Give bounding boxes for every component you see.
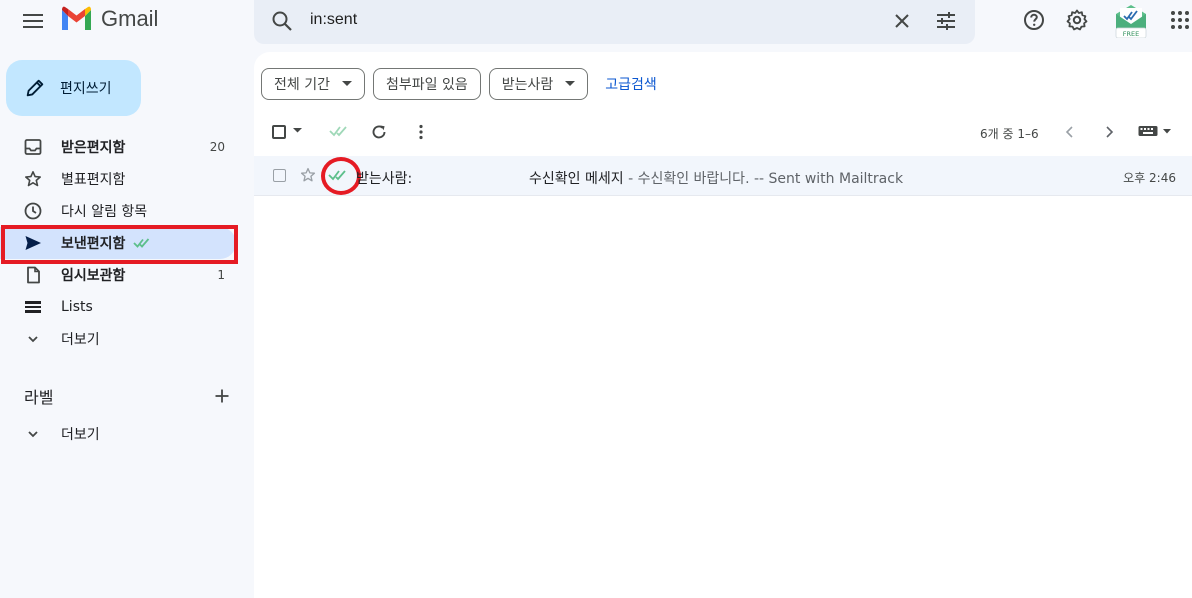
sidebar-item-label: 별표편지함 [61, 172, 126, 188]
sidebar-item-inbox[interactable]: 받은편지함 20 [0, 131, 254, 163]
unread-count: 20 [209, 140, 225, 154]
sidebar-item-snoozed[interactable]: 다시 알림 항목 [0, 195, 254, 227]
search-bar[interactable]: in:sent [254, 0, 975, 44]
clock-icon [24, 202, 42, 220]
mailtrack-icon: FREE [1115, 5, 1147, 39]
keyboard-icon [1138, 126, 1158, 136]
mailtrack-double-check-icon [133, 238, 150, 248]
message-time: 오후 2:46 [1123, 171, 1176, 185]
filter-chip-date[interactable]: 전체 기간 [261, 68, 365, 100]
sidebar-item-label: 더보기 [61, 332, 100, 348]
table-row[interactable]: 받는사람: 수신확인 메세지 - 수신확인 바랍니다. -- Sent with… [254, 156, 1192, 196]
mailtrack-double-check-icon[interactable] [328, 168, 350, 182]
chevron-right-icon[interactable] [1101, 124, 1117, 140]
pencil-icon [26, 79, 44, 97]
sidebar-item-label: 임시보관함 [61, 268, 126, 284]
message-subject: 수신확인 메세지 [529, 171, 624, 187]
mail-list-panel: 전체 기간 첨부파일 있음 받는사람 고급검색 6개 중 1–6 받는사람: 수 [254, 52, 1192, 598]
caret-down-icon [1163, 128, 1171, 133]
search-filter-chips: 전체 기간 첨부파일 있음 받는사람 고급검색 [261, 68, 657, 100]
caret-down-icon [341, 81, 352, 86]
caret-down-icon[interactable] [293, 128, 302, 133]
sidebar-item-label: 받은편지함 [61, 140, 126, 156]
chevron-down-icon [28, 431, 38, 438]
more-vert-icon[interactable] [412, 123, 430, 141]
sidebar-nav: 받은편지함 20 별표편지함 다시 알림 항목 보낸편지함 임시보관함 1 Li… [0, 131, 254, 355]
help-icon[interactable] [1022, 8, 1046, 32]
search-input[interactable]: in:sent [310, 11, 357, 29]
sidebar-item-label: Lists [61, 299, 93, 315]
compose-label: 편지쓰기 [60, 81, 112, 97]
sidebar-item-label: 다시 알림 항목 [61, 204, 148, 220]
send-icon [25, 236, 41, 250]
star-icon[interactable] [300, 167, 316, 183]
labels-more-section: 더보기 [0, 418, 254, 450]
sidebar-item-starred[interactable]: 별표편지함 [0, 163, 254, 195]
top-header: Gmail in:sent FREE [0, 0, 1192, 44]
star-icon [25, 171, 41, 187]
sidebar-item-label: 보낸편지함 [61, 236, 126, 252]
input-tools-button[interactable] [1138, 125, 1171, 137]
labels-title: 라벨 [24, 388, 54, 407]
select-all-checkbox[interactable] [272, 125, 286, 139]
caret-down-icon [565, 81, 576, 86]
draft-count: 1 [217, 268, 225, 282]
message-snippet: - 수신확인 바랍니다. -- Sent with Mailtrack [623, 171, 904, 187]
inbox-icon [24, 139, 42, 155]
row-checkbox[interactable] [273, 169, 286, 182]
list-icon [25, 301, 41, 313]
main-menu-button[interactable] [18, 8, 48, 34]
message-subject-line: 수신확인 메세지 - 수신확인 바랍니다. -- Sent with Mailt… [529, 168, 903, 188]
mailtrack-badge: FREE [1123, 30, 1139, 38]
sidebar-item-sent[interactable]: 보낸편지함 [0, 227, 236, 259]
mailtrack-extension-button[interactable]: FREE [1113, 2, 1149, 39]
search-icon[interactable] [270, 9, 294, 33]
chip-label: 첨부파일 있음 [385, 77, 468, 93]
labels-section-header: 라벨 [24, 384, 230, 408]
chip-label: 받는사람 [501, 77, 554, 93]
hamburger-icon [23, 14, 43, 28]
chevron-left-icon[interactable] [1062, 124, 1078, 140]
app-name: Gmail [101, 6, 159, 31]
message-sender: 받는사람: [356, 171, 413, 187]
apps-grid-icon[interactable] [1170, 10, 1190, 30]
plus-icon[interactable] [214, 388, 230, 404]
search-options-icon[interactable] [934, 9, 958, 33]
sidebar-labels-more[interactable]: 더보기 [0, 418, 254, 450]
sidebar-item-more[interactable]: 더보기 [0, 323, 254, 355]
mailtrack-double-check-icon[interactable] [329, 124, 351, 138]
list-toolbar: 6개 중 1–6 [254, 116, 1192, 148]
advanced-search-link[interactable]: 고급검색 [605, 74, 657, 94]
pagination-range: 6개 중 1–6 [980, 127, 1039, 141]
filter-chip-attachment[interactable]: 첨부파일 있음 [372, 68, 481, 100]
sidebar-item-label: 더보기 [61, 427, 100, 443]
compose-button[interactable]: 편지쓰기 [6, 60, 141, 116]
gmail-logo[interactable]: Gmail [60, 6, 158, 32]
chevron-down-icon [28, 336, 38, 343]
gear-icon[interactable] [1065, 8, 1089, 32]
gmail-m-icon [62, 6, 91, 30]
chip-label: 전체 기간 [274, 77, 330, 93]
filter-chip-recipient[interactable]: 받는사람 [488, 68, 589, 100]
sidebar-item-drafts[interactable]: 임시보관함 1 [0, 259, 254, 291]
refresh-icon[interactable] [370, 123, 388, 141]
sidebar-item-lists[interactable]: Lists [0, 291, 254, 323]
draft-file-icon [27, 266, 40, 284]
close-icon[interactable] [890, 9, 914, 33]
